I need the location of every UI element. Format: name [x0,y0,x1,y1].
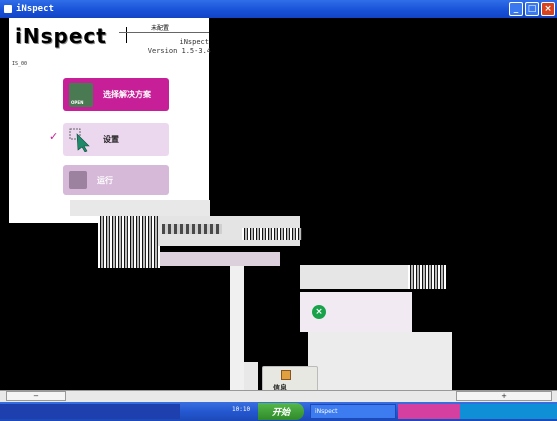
scroll-plus-button[interactable]: + [456,391,552,401]
window-title: iNspect [16,4,54,14]
open-folder-icon [69,82,93,107]
run-label: 运行 [97,175,113,185]
product-name: iNspect [179,38,209,46]
sensor-id: IS_00 [12,61,28,67]
glitch-fragment [244,362,258,392]
product-version: Version 1.5-3.4 [147,47,211,55]
checkmark-icon: ✓ [49,130,59,143]
taskbar-quicklaunch [0,404,180,419]
info-icon [281,370,291,380]
glitch-fragment [160,252,280,266]
glitch-fragment [98,216,160,268]
glitch-fragment [230,266,244,391]
run-icon [69,171,87,189]
taskbar-app-button[interactable] [398,404,460,419]
close-button[interactable]: × [541,2,555,16]
glitch-fragment [308,332,452,392]
system-tray [460,404,557,419]
config-status-label: 未配置 [151,25,170,32]
close-icon[interactable]: × [312,305,326,319]
title-bar: iNspect _ □ × [0,0,557,18]
cursor-arrow-icon [69,128,93,152]
run-button[interactable]: 运行 [63,165,169,195]
select-solution-button[interactable]: 选择解决方案 [63,78,169,111]
glitch-fragment [300,265,408,289]
glitch-fragment [70,200,210,216]
taskbar-time: 10:10 [232,406,251,413]
setup-label: 设置 [103,135,119,144]
main-panel: iNspect 未配置 iNspect Version 1.5-3.4 IS_0… [9,18,211,223]
scroll-minus-button[interactable]: − [6,391,66,401]
divider [126,27,127,43]
minimize-button[interactable]: _ [509,2,523,16]
screen: iNspect _ □ × iNspect 未配置 iNspect Versio… [0,0,557,421]
taskbar-app-button[interactable]: iNspect [310,404,396,419]
glitch-fragment [408,265,446,289]
setup-button[interactable]: 设置 [63,123,169,156]
divider [119,32,209,33]
glitch-fragment [242,228,302,240]
start-button[interactable]: 开始 [258,403,304,420]
select-solution-label: 选择解决方案 [103,90,151,99]
maximize-button[interactable]: □ [525,2,539,16]
glitch-fragment [162,224,222,234]
app-icon [4,5,12,13]
logo-subtitle [21,49,121,55]
